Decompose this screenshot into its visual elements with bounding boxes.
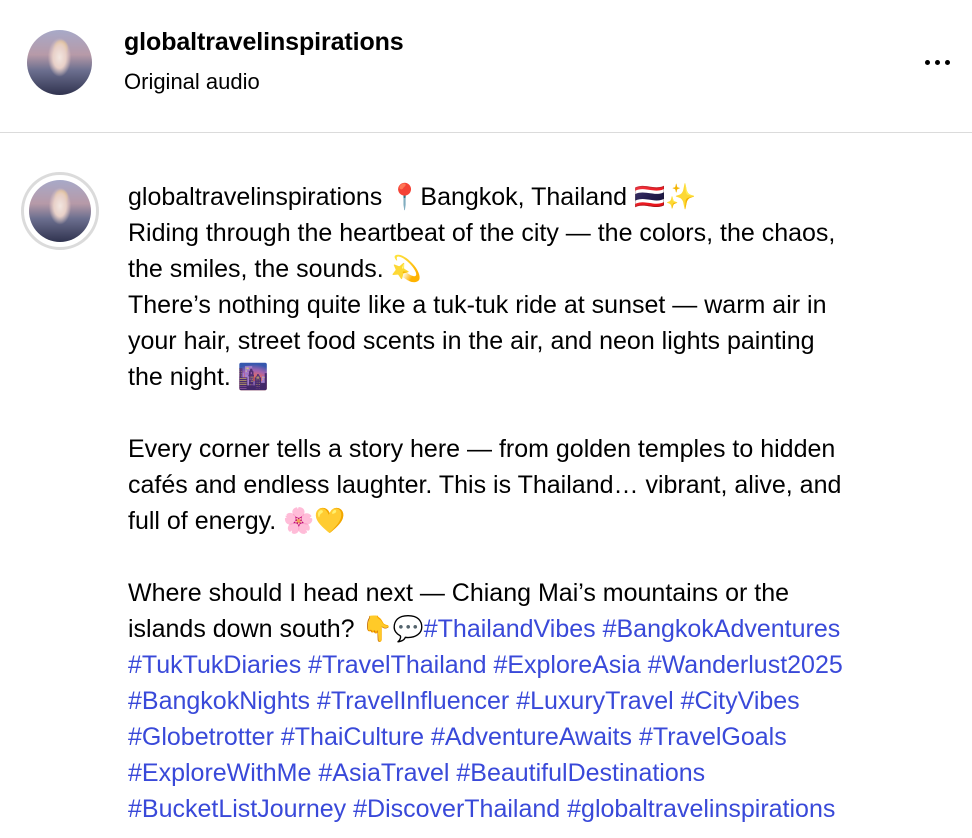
hashtag-link[interactable]: #TravelGoals [639, 723, 787, 751]
profile-photo [29, 180, 91, 242]
post-header: globaltravelinspirations Original audio [0, 0, 972, 133]
caption-line: cafés and endless laughter. This is Thai… [128, 471, 842, 499]
hashtag-line: #Globetrotter #ThaiCulture #AdventureAwa… [128, 719, 968, 755]
caption-line: Every corner tells a story here — from g… [128, 435, 836, 463]
caption-first-line: globaltravelinspirations 📍Bangkok, Thail… [128, 179, 968, 215]
caption-avatar-ring[interactable] [21, 172, 99, 250]
hashtag-line: #TukTukDiaries #TravelThailand #ExploreA… [128, 647, 968, 683]
caption-line: Riding through the heartbeat of the city… [128, 219, 836, 247]
caption-location: 📍Bangkok, Thailand 🇹🇭✨ [389, 183, 697, 211]
hashtag-link[interactable]: #DiscoverThailand [353, 795, 560, 823]
hashtag-link[interactable]: #CityVibes [681, 687, 800, 715]
hashtag-link[interactable]: #ExploreAsia [493, 651, 640, 679]
caption-avatar [29, 180, 91, 242]
hashtag-link[interactable]: #BangkokNights [128, 687, 310, 715]
profile-photo [27, 30, 92, 95]
more-options-button[interactable] [912, 50, 962, 74]
hashtag-link[interactable]: #BeautifulDestinations [456, 759, 705, 787]
hashtag-link[interactable]: #Globetrotter [128, 723, 274, 751]
caption-line: the night. 🌆 [128, 363, 269, 391]
caption-line: There’s nothing quite like a tuk-tuk rid… [128, 291, 827, 319]
original-audio-link[interactable]: Original audio [124, 69, 260, 95]
hashtag-link[interactable]: #BucketListJourney [128, 795, 346, 823]
hashtag-line: islands down south? 👇💬#ThailandVibes #Ba… [128, 611, 968, 647]
caption-body: Riding through the heartbeat of the city… [128, 215, 968, 611]
hashtag-link[interactable]: #BangkokAdventures [603, 615, 841, 643]
hashtag-link[interactable]: #TukTukDiaries [128, 651, 301, 679]
header-avatar[interactable] [27, 30, 92, 95]
hashtag-line: #BangkokNights #TravelInfluencer #Luxury… [128, 683, 968, 719]
hashtag-link[interactable]: #ThailandVibes [424, 615, 596, 643]
caption-question: islands down south? 👇💬 [128, 615, 424, 643]
caption-line: full of energy. 🌸💛 [128, 507, 346, 535]
more-options-icon [924, 59, 930, 65]
more-options-icon-dot [934, 59, 940, 65]
hashtag-link[interactable]: #globaltravelinspirations [567, 795, 835, 823]
hashtag-link[interactable]: #ThaiCulture [281, 723, 424, 751]
caption-tail: islands down south? 👇💬#ThailandVibes #Ba… [128, 611, 968, 827]
hashtag-link[interactable]: #AsiaTravel [318, 759, 449, 787]
caption: globaltravelinspirations 📍Bangkok, Thail… [128, 179, 968, 827]
caption-line: your hair, street food scents in the air… [128, 327, 815, 355]
more-options-icon-dot [944, 59, 950, 65]
caption-line: the smiles, the sounds. 💫 [128, 255, 422, 283]
hashtag-line: #BucketListJourney #DiscoverThailand #gl… [128, 791, 968, 827]
hashtag-link[interactable]: #LuxuryTravel [516, 687, 673, 715]
hashtag-link[interactable]: #AdventureAwaits [431, 723, 632, 751]
caption-username[interactable]: globaltravelinspirations [128, 183, 382, 211]
hashtag-link[interactable]: #TravelInfluencer [317, 687, 509, 715]
caption-line: Where should I head next — Chiang Mai’s … [128, 579, 790, 607]
hashtag-link[interactable]: #ExploreWithMe [128, 759, 311, 787]
hashtag-link[interactable]: #Wanderlust2025 [648, 651, 843, 679]
hashtag-line: #ExploreWithMe #AsiaTravel #BeautifulDes… [128, 755, 968, 791]
header-username[interactable]: globaltravelinspirations [124, 28, 404, 57]
hashtag-link[interactable]: #TravelThailand [308, 651, 486, 679]
